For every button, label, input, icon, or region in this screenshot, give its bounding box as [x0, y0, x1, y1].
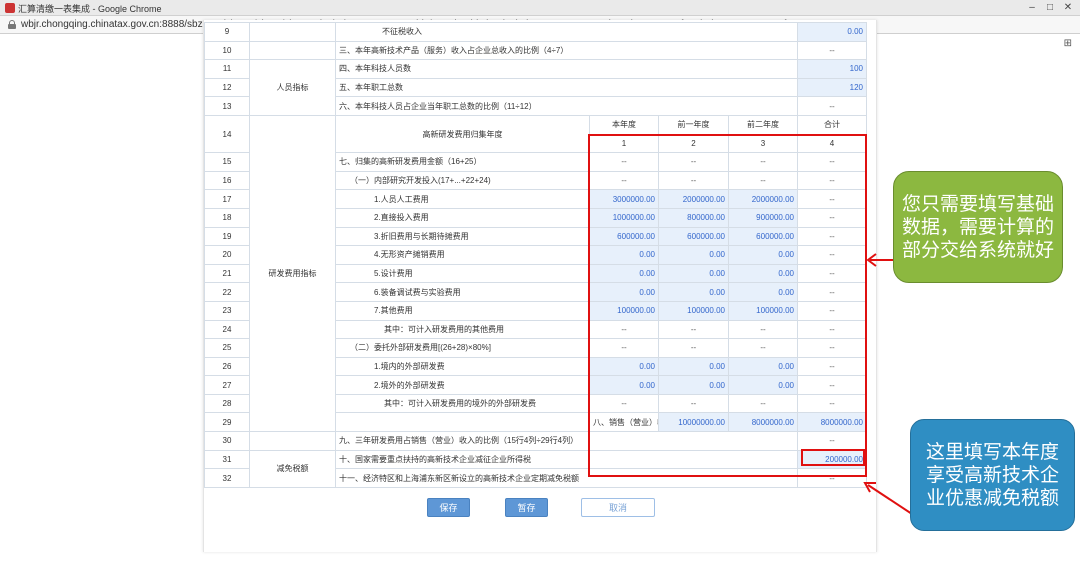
- row-number: 15: [204, 152, 250, 172]
- row-number: 24: [204, 319, 250, 340]
- row-label: （二）委托外部研发费用[(26+28)×80%]: [335, 338, 590, 358]
- row-number: 17: [204, 189, 250, 209]
- arrow-icon: [866, 253, 894, 267]
- group-tax-relief: 减免税额: [249, 449, 336, 488]
- maximize-icon[interactable]: □: [1042, 1, 1058, 14]
- total-cell: --: [797, 96, 867, 116]
- row-number: 10: [204, 40, 250, 61]
- tab-favicon-icon: [5, 3, 15, 13]
- callout-tax-relief-hint: 这里填写本年度享受高新技术企业优惠减免税额: [910, 419, 1075, 531]
- group-cell: [249, 40, 336, 61]
- row-label: （一）内部研究开发投入(17+...+22+24): [335, 170, 590, 191]
- row-number: 22: [204, 282, 250, 302]
- group-cell: [249, 431, 336, 451]
- row-label: 四、本年科技人员数: [335, 59, 798, 79]
- table-row: 9 不征税收入 0.00: [204, 22, 867, 42]
- row-label: 5.设计费用: [335, 263, 590, 284]
- row-number: 13: [204, 96, 250, 116]
- total-input[interactable]: 100: [797, 59, 867, 79]
- window-title: 汇算清缴一表集成 - Google Chrome: [18, 4, 162, 14]
- total-input[interactable]: 0.00: [797, 22, 867, 42]
- column-header-prior-year: 前一年度: [658, 114, 729, 135]
- row-number: 25: [204, 338, 250, 358]
- row-label: 三、本年高新技术产品（服务）收入占企业总收入的比例（4÷7）: [335, 40, 798, 61]
- row-number: 26: [204, 356, 250, 377]
- row-label: 不征税收入: [335, 22, 798, 42]
- row-number: 28: [204, 393, 250, 414]
- cancel-button[interactable]: 取消: [581, 498, 655, 517]
- lock-icon: [8, 20, 16, 29]
- highlight-box-tax-relief: [801, 449, 865, 466]
- table-row: 11 人员指标 四、本年科技人员数 100: [204, 59, 867, 116]
- row-number: 27: [204, 375, 250, 395]
- row-label: 1.境内的外部研发费: [335, 356, 590, 377]
- group-cell: [249, 22, 336, 42]
- row-label: 2.直接投入费用: [335, 207, 590, 228]
- row-number: 9: [204, 22, 250, 42]
- callout-input-hint: 您只需要填写基础数据，需要计算的部分交给系统就好: [893, 171, 1063, 283]
- group-personnel: 人员指标: [249, 59, 336, 116]
- close-icon[interactable]: ✕: [1060, 1, 1076, 14]
- total-cell: --: [797, 40, 867, 61]
- row-label: 3.折旧费用与长期待摊费用: [335, 226, 590, 247]
- total-input[interactable]: 120: [797, 77, 867, 98]
- row-label: 六、本年科技人员占企业当年职工总数的比例（11÷12）: [335, 96, 798, 116]
- column-header-year: 高新研发费用归集年度: [335, 114, 590, 154]
- row-number: 21: [204, 263, 250, 284]
- row-label: 6.装备调试费与实验费用: [335, 282, 590, 302]
- row-label: 其中：可计入研发费用的境外的外部研发费: [335, 393, 590, 414]
- row-number: 23: [204, 300, 250, 321]
- page-menu-icon[interactable]: ⊞: [1064, 38, 1072, 49]
- row-label: 其中：可计入研发费用的其他费用: [335, 319, 590, 340]
- group-cell: [335, 412, 590, 433]
- table-row: 10 三、本年高新技术产品（服务）收入占企业总收入的比例（4÷7） --: [204, 40, 867, 61]
- highlight-box-input-data: [588, 134, 867, 477]
- row-number: 30: [204, 431, 250, 451]
- row-label: 1.人员人工费用: [335, 189, 590, 209]
- row-label: 五、本年职工总数: [335, 77, 798, 98]
- row-number: 14: [204, 114, 250, 154]
- save-button[interactable]: 保存: [427, 498, 470, 517]
- group-rd-expense: 研发费用指标: [249, 114, 336, 433]
- row-number: 20: [204, 245, 250, 265]
- minimize-icon[interactable]: –: [1024, 1, 1040, 14]
- row-number: 12: [204, 77, 250, 98]
- column-header-total: 合计: [797, 114, 867, 135]
- column-header-two-years-prior: 前二年度: [728, 114, 798, 135]
- row-number: 32: [204, 468, 250, 488]
- row-number: 16: [204, 170, 250, 191]
- browser-title-bar: 汇算清缴一表集成 - Google Chrome – □ ✕: [0, 0, 1080, 16]
- row-number: 19: [204, 226, 250, 247]
- row-number: 18: [204, 207, 250, 228]
- row-label: 七、归集的高新研发费用金额（16+25）: [335, 152, 590, 172]
- row-label: 2.境外的外部研发费: [335, 375, 590, 395]
- row-number: 11: [204, 59, 250, 79]
- row-label: 4.无形资产摊销费用: [335, 245, 590, 265]
- header-row: 14 研发费用指标 高新研发费用归集年度 本年度 前一年度 前二年度 合计: [204, 114, 867, 433]
- row-label: 7.其他费用: [335, 300, 590, 321]
- arrow-icon: [863, 482, 913, 515]
- draft-button[interactable]: 暂存: [505, 498, 548, 517]
- row-number: 29: [204, 412, 250, 433]
- row-number: 31: [204, 449, 250, 470]
- column-header-current-year: 本年度: [589, 114, 659, 135]
